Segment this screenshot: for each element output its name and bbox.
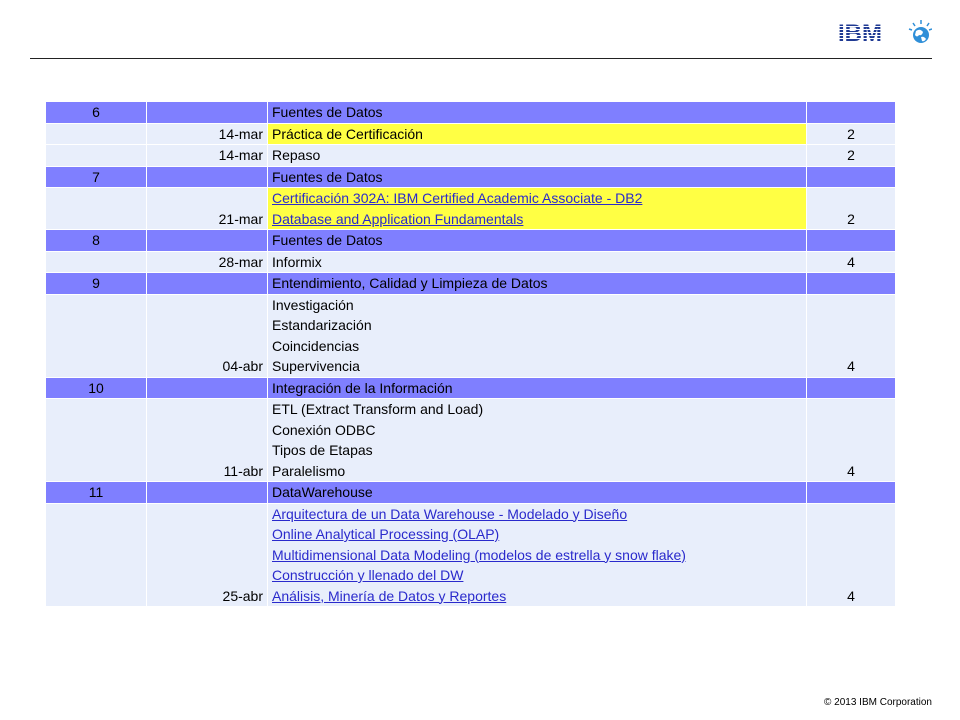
- empty-cell: [45, 293, 147, 378]
- session-date: 21-mar: [146, 187, 268, 230]
- week-number: 9: [45, 272, 147, 295]
- topic-item: Informix: [272, 253, 322, 270]
- topic-link[interactable]: Arquitectura de un Data Warehouse - Mode…: [272, 504, 802, 525]
- week-header-row: 11 DataWarehouse: [45, 481, 896, 504]
- week-header-row: 9 Entendimiento, Calidad y Limpieza de Da…: [45, 272, 896, 295]
- session-hours: 2: [806, 144, 896, 167]
- session-date: 11-abr: [146, 398, 268, 482]
- week-number: 6: [45, 101, 147, 124]
- session-row: 11-abr ETL (Extract Transform and Load) Co…: [45, 398, 896, 482]
- empty-cell: [45, 144, 147, 167]
- session-topics: ETL (Extract Transform and Load) Conexión…: [267, 398, 807, 482]
- session-row: 14-mar Repaso 2: [45, 144, 896, 167]
- topic-item: Conexión ODBC: [272, 421, 376, 438]
- week-topic: Fuentes de Datos: [267, 165, 807, 188]
- session-topics: Informix: [267, 250, 807, 273]
- topic-link[interactable]: Certificación 302A: IBM Certified Academ…: [272, 188, 802, 209]
- week-header-row: 6 Fuentes de Datos: [45, 101, 896, 124]
- session-hours: 4: [806, 250, 896, 273]
- empty-cell: [45, 250, 147, 273]
- topic-link[interactable]: Multidimensional Data Modeling (modelos …: [272, 545, 802, 566]
- topic-item: Investigación: [272, 296, 354, 313]
- session-row: 25-abr Arquitectura de un Data Warehouse …: [45, 502, 896, 607]
- session-date: 04-abr: [146, 293, 268, 378]
- session-row: 04-abr Investigación Estandarización Coinci…: [45, 293, 896, 378]
- week-number: 11: [45, 481, 147, 504]
- empty-cell: [146, 272, 268, 295]
- empty-cell: [45, 398, 147, 482]
- session-row: 14-mar Práctica de Certificación 2: [45, 122, 896, 145]
- session-hours: 4: [806, 502, 896, 607]
- ibm-logo: IBM: [838, 20, 932, 47]
- empty-cell: [806, 101, 896, 124]
- header-divider: [30, 58, 932, 59]
- empty-cell: [146, 165, 268, 188]
- empty-cell: [146, 481, 268, 504]
- session-hours: 4: [806, 293, 896, 378]
- week-topic: DataWarehouse: [267, 481, 807, 504]
- session-topics: Certificación 302A: IBM Certified Academ…: [267, 187, 807, 230]
- session-row: 21-mar Certificación 302A: IBM Certified …: [45, 187, 896, 230]
- topic-item: Supervivencia: [272, 358, 360, 374]
- copyright-footer: © 2013 IBM Corporation: [824, 697, 932, 708]
- topic-link[interactable]: Database and Application Fundamentals: [272, 209, 802, 230]
- empty-cell: [146, 101, 268, 124]
- empty-cell: [806, 229, 896, 252]
- week-topic: Entendimiento, Calidad y Limpieza de Dat…: [267, 272, 807, 295]
- topic-item: Estandarización: [272, 317, 372, 333]
- week-topic: Integración de la Información: [267, 376, 807, 399]
- empty-cell: [146, 376, 268, 399]
- empty-cell: [45, 187, 147, 230]
- week-number: 7: [45, 165, 147, 188]
- empty-cell: [45, 502, 147, 607]
- session-topics: Investigación Estandarización Coincidencia…: [267, 293, 807, 378]
- topic-item: ETL (Extract Transform and Load): [272, 401, 484, 417]
- empty-cell: [806, 272, 896, 295]
- empty-cell: [806, 376, 896, 399]
- session-topics: Repaso: [267, 144, 807, 167]
- topic-link[interactable]: Online Analytical Processing (OLAP): [272, 524, 802, 545]
- empty-cell: [146, 229, 268, 252]
- topic-item: Práctica de Certificación: [272, 125, 423, 142]
- session-topics: Práctica de Certificación: [267, 122, 807, 145]
- session-date: 14-mar: [146, 144, 268, 167]
- topic-item: Paralelismo: [272, 462, 346, 479]
- week-topic: Fuentes de Datos: [267, 101, 807, 124]
- schedule-table: 6 Fuentes de Datos 14-mar Práctica de Certi…: [45, 101, 896, 607]
- week-number: 8: [45, 229, 147, 252]
- session-date: 28-mar: [146, 250, 268, 273]
- session-hours: 2: [806, 122, 896, 145]
- session-hours: 4: [806, 398, 896, 482]
- topic-link[interactable]: Análisis, Minería de Datos y Reportes: [272, 586, 802, 607]
- week-topic: Fuentes de Datos: [267, 229, 807, 252]
- session-hours: 2: [806, 187, 896, 230]
- week-number: 10: [45, 376, 147, 399]
- week-header-row: 7 Fuentes de Datos: [45, 165, 896, 188]
- empty-cell: [45, 122, 147, 145]
- globe-icon: [908, 20, 932, 43]
- session-row: 28-mar Informix 4: [45, 250, 896, 273]
- week-header-row: 8 Fuentes de Datos: [45, 229, 896, 252]
- topic-item: Coincidencias: [272, 337, 360, 354]
- session-topics: Arquitectura de un Data Warehouse - Mode…: [267, 502, 807, 607]
- empty-cell: [806, 165, 896, 188]
- empty-cell: [806, 481, 896, 504]
- session-date: 25-abr: [146, 502, 268, 607]
- topic-item: Tipos de Etapas: [272, 442, 373, 458]
- session-date: 14-mar: [146, 122, 268, 145]
- topic-link[interactable]: Construcción y llenado del DW: [272, 565, 802, 586]
- topic-item: Repaso: [272, 147, 321, 163]
- week-header-row: 10 Integración de la Información: [45, 376, 896, 399]
- ibm-wordmark: IBM: [838, 20, 882, 47]
